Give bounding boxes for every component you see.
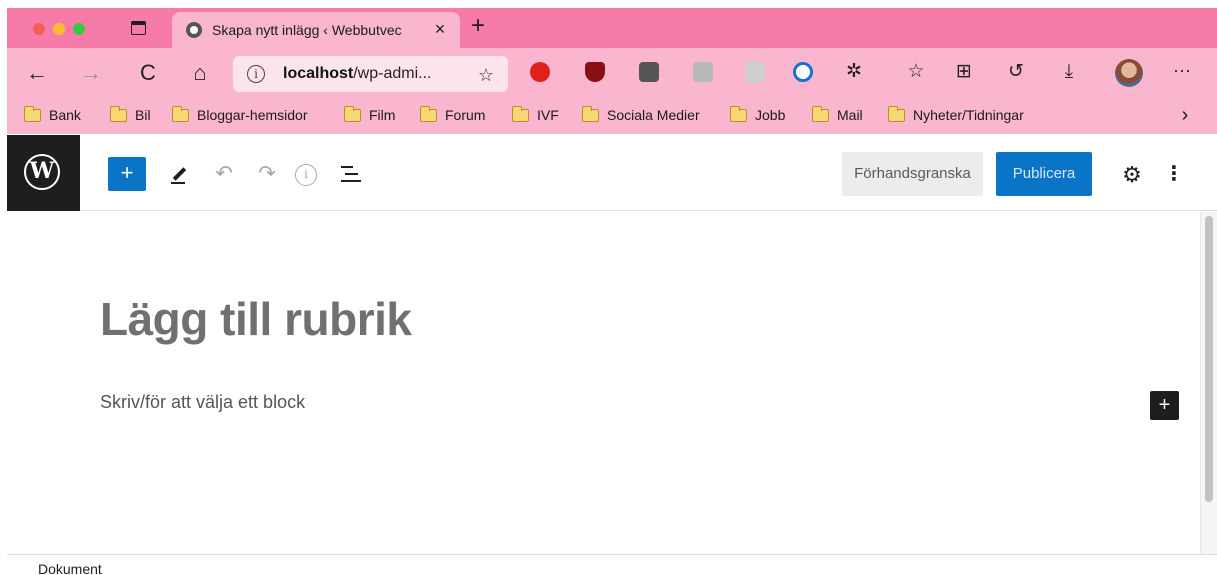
reload-button[interactable]: C (135, 60, 161, 86)
browser-menu-button[interactable]: ··· (1170, 60, 1194, 84)
post-title-input[interactable]: Lägg till rubrik (100, 292, 412, 346)
adblock-extension-icon[interactable] (530, 62, 550, 82)
favorites-icon[interactable]: ☆ (904, 60, 928, 84)
folder-icon (110, 106, 127, 122)
bookmark-folder-mail[interactable]: Mail (812, 106, 863, 125)
forward-button[interactable]: → (78, 60, 104, 86)
folder-icon (344, 106, 361, 122)
settings-gear-icon[interactable]: ⚙ (1119, 162, 1145, 188)
bookmark-folder-bil[interactable]: Bil (110, 106, 151, 125)
bookmark-folder-sociala-medier[interactable]: Sociala Medier (582, 106, 700, 125)
block-placeholder[interactable]: Skriv/för att välja ett block (100, 392, 305, 413)
redo-button[interactable]: ↷ (253, 160, 281, 188)
browser-tab-bar: Skapa nytt inlägg ‹ Webbutvec × + (7, 8, 1217, 48)
editor-header: W + ↶ ↷ i Förhandsgranska Publicera ⚙ ⋮ (7, 135, 1217, 211)
bookmarks-bar: Bank Bil Bloggar-hemsidor Film Forum IVF… (7, 98, 1217, 134)
bookmark-folder-bloggar[interactable]: Bloggar-hemsidor (172, 106, 308, 125)
folder-icon (512, 106, 529, 122)
publish-button[interactable]: Publicera (996, 152, 1092, 196)
history-icon[interactable]: ↺ (1004, 60, 1028, 84)
bookmark-folder-bank[interactable]: Bank (24, 106, 81, 125)
extensions-icon[interactable]: ✲ (842, 60, 866, 84)
block-inserter-button[interactable]: + (1150, 391, 1179, 420)
bookmarks-overflow-button[interactable]: › (1175, 105, 1195, 125)
downloads-icon[interactable]: ⤓ (1057, 60, 1081, 84)
collections-icon[interactable]: ⊞ (952, 60, 976, 84)
new-tab-button[interactable]: + (466, 14, 490, 38)
ublock-extension-icon[interactable] (585, 62, 605, 82)
zoom-window-button[interactable] (73, 23, 85, 35)
bookmark-folder-ivf[interactable]: IVF (512, 106, 559, 125)
home-button[interactable]: ⌂ (187, 60, 213, 86)
editor-footer: Dokument (7, 554, 1217, 575)
extension-icon[interactable] (639, 62, 659, 82)
folder-icon (420, 106, 437, 122)
copy-extension-icon[interactable] (745, 62, 765, 82)
undo-button[interactable]: ↶ (210, 160, 238, 188)
tab-close-button[interactable]: × (430, 19, 450, 39)
options-menu-button[interactable]: ⋮ (1163, 162, 1185, 188)
tab-active[interactable]: Skapa nytt inlägg ‹ Webbutvec × (172, 12, 460, 48)
folder-icon (888, 106, 905, 122)
close-window-button[interactable] (33, 23, 45, 35)
preview-button[interactable]: Förhandsgranska (842, 152, 983, 196)
browser-toolbar: ← → C ⌂ i localhost/wp-admi... ☆ ✲ ☆ ⊞ ↺… (7, 48, 1217, 98)
address-bar[interactable]: i localhost/wp-admi... ☆ (233, 56, 508, 92)
folder-icon (730, 106, 747, 122)
folder-icon (582, 106, 599, 122)
url-text[interactable]: localhost/wp-admi... (283, 65, 431, 83)
site-info-icon[interactable]: i (247, 65, 265, 83)
folder-icon (24, 106, 41, 122)
tab-title: Skapa nytt inlägg ‹ Webbutvec (212, 22, 402, 38)
bookmark-folder-jobb[interactable]: Jobb (730, 106, 785, 125)
bookmark-folder-nyheter[interactable]: Nyheter/Tidningar (888, 106, 1024, 125)
profile-avatar[interactable] (1115, 59, 1143, 87)
list-view-icon[interactable] (341, 164, 363, 184)
breadcrumb-document[interactable]: Dokument (38, 561, 102, 575)
mail-checker-extension-icon[interactable] (693, 62, 713, 82)
wordpress-logo-icon: W (24, 154, 60, 190)
add-favorite-icon[interactable]: ☆ (475, 64, 497, 86)
details-info-icon[interactable]: i (295, 164, 317, 186)
password-manager-icon[interactable] (793, 62, 813, 82)
folder-icon (812, 106, 829, 122)
wordpress-favicon-icon (186, 22, 202, 38)
folder-icon (172, 106, 189, 122)
editor-scrollbar[interactable] (1200, 212, 1217, 554)
sidebar-toggle-icon[interactable] (131, 21, 146, 35)
bookmark-folder-film[interactable]: Film (344, 106, 395, 125)
add-block-button[interactable]: + (108, 157, 146, 191)
back-button[interactable]: ← (24, 60, 50, 86)
wordpress-logo-button[interactable]: W (7, 135, 80, 211)
scrollbar-thumb[interactable] (1205, 216, 1213, 502)
edit-tools-icon[interactable] (169, 164, 189, 184)
bookmark-folder-forum[interactable]: Forum (420, 106, 485, 125)
minimize-window-button[interactable] (53, 23, 65, 35)
editor-canvas: Lägg till rubrik Skriv/för att välja ett… (7, 212, 1217, 554)
